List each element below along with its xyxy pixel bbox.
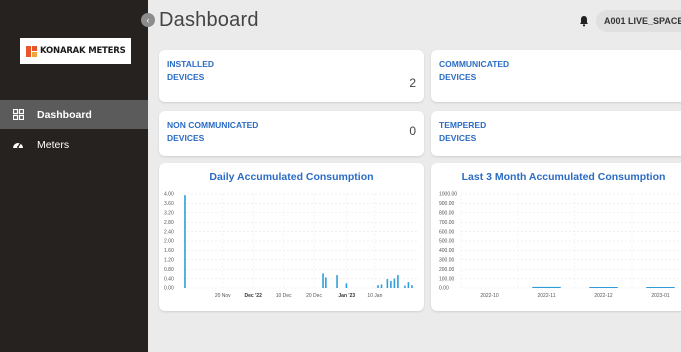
x-tick-label: 2023-01 [651, 293, 670, 299]
stat-label: INSTALLED DEVICES [167, 59, 215, 82]
bar [386, 279, 389, 288]
bar [397, 275, 399, 288]
y-tick-label: 3.60 [164, 201, 174, 207]
y-tick-label: 800.00 [439, 211, 455, 217]
y-tick-label: 400.00 [439, 248, 455, 254]
bar [646, 287, 675, 288]
stat-value: 2 [409, 76, 416, 90]
sidebar-item-label: Meters [37, 138, 70, 151]
chevron-left-icon: ‹ [146, 15, 150, 25]
x-tick-label: Jan '23 [338, 293, 355, 299]
bar [390, 280, 392, 288]
stat-value: 0 [409, 124, 416, 138]
bar [532, 286, 561, 288]
bar [322, 273, 324, 288]
bar [393, 278, 396, 288]
monthly-consumption-chart: 1000.00 900.00 800.00 700.00 600.00 500.00 400… [439, 192, 681, 299]
y-tick-label: 0.00 [164, 286, 174, 292]
notification-bell-icon[interactable] [578, 14, 590, 27]
y-tick-label: 0.80 [164, 267, 174, 273]
y-tick-label: 1.20 [164, 258, 174, 264]
brand-logo: KONARAK METERS [20, 38, 131, 64]
user-account-chip[interactable]: A001 LIVE_SPACE [596, 10, 681, 32]
sidebar-item-dashboard[interactable]: Dashboard [0, 100, 148, 129]
stat-card-installed[interactable]: INSTALLED DEVICES 2 [159, 50, 424, 102]
chart-card-monthly: Last 3 Month Accumulated Consumption 100… [431, 163, 681, 311]
stat-label: NON COMMUNICATED DEVICES [167, 120, 259, 143]
grid-icon [12, 109, 24, 121]
logo-mark-icon [26, 45, 37, 57]
y-tick-label: 1.60 [164, 248, 174, 254]
stat-label: TEMPERED DEVICES [439, 120, 487, 143]
x-tick-label: Dec '22 [245, 293, 263, 299]
stat-card-tempered[interactable]: TEMPERED DEVICES [431, 111, 681, 156]
stat-card-communicated[interactable]: COMMUNICATED DEVICES [431, 50, 681, 102]
chart-card-daily: Daily Accumulated Consumption 4.00 3.60 3.… [159, 163, 424, 311]
y-tick-label: 4.00 [164, 192, 174, 198]
y-tick-label: 0.00 [439, 286, 449, 292]
x-tick-label: 20 Dec [306, 293, 322, 299]
y-tick-label: 2.00 [164, 239, 174, 245]
bar [589, 287, 618, 288]
y-tick-label: 300.00 [439, 258, 455, 264]
y-tick-label: 900.00 [439, 201, 455, 207]
y-tick-label: 700.00 [439, 220, 455, 226]
collapse-sidebar-button[interactable]: ‹ [141, 13, 155, 27]
x-tick-label: 10 Dec [276, 293, 292, 299]
y-tick-label: 200.00 [439, 267, 455, 273]
y-tick-label: 0.40 [164, 276, 174, 282]
sidebar-item-meters[interactable]: Meters [0, 130, 148, 159]
x-tick-label: 20 Nov [215, 293, 231, 299]
x-tick-label: 2022-12 [594, 293, 613, 299]
y-tick-label: 100.00 [439, 276, 455, 282]
y-tick-label: 500.00 [439, 239, 455, 245]
y-tick-label: 2.40 [164, 229, 174, 235]
logo-text: KONARAK METERS [40, 46, 126, 56]
bar [184, 195, 186, 288]
y-tick-label: 1000.00 [439, 192, 457, 198]
bar [377, 285, 379, 288]
sidebar: KONARAK METERS Dashboard Meters [0, 0, 148, 352]
x-tick-label: 10 Jan [367, 293, 382, 299]
bar [407, 282, 410, 288]
stat-card-non-communicated[interactable]: NON COMMUNICATED DEVICES 0 [159, 111, 424, 156]
bar [411, 285, 413, 288]
bar [404, 285, 406, 288]
bar [345, 283, 348, 288]
stat-label: COMMUNICATED DEVICES [439, 59, 510, 82]
x-tick-label: 2022-11 [538, 293, 556, 299]
user-label: A001 LIVE_SPACE [604, 16, 681, 26]
y-tick-label: 2.80 [164, 220, 174, 226]
bar [380, 284, 383, 288]
y-tick-label: 600.00 [439, 229, 455, 235]
daily-consumption-chart: 4.00 3.60 3.20 2.80 2.40 2.00 1.60 1.20 0.80 0.40… [164, 192, 417, 299]
bar [325, 277, 327, 288]
sidebar-item-label: Dashboard [37, 108, 92, 121]
y-tick-label: 3.20 [164, 211, 174, 217]
bar [336, 275, 338, 288]
x-tick-label: 2022-10 [480, 293, 499, 299]
page-title: Dashboard [159, 9, 259, 31]
speedometer-icon [12, 139, 24, 151]
